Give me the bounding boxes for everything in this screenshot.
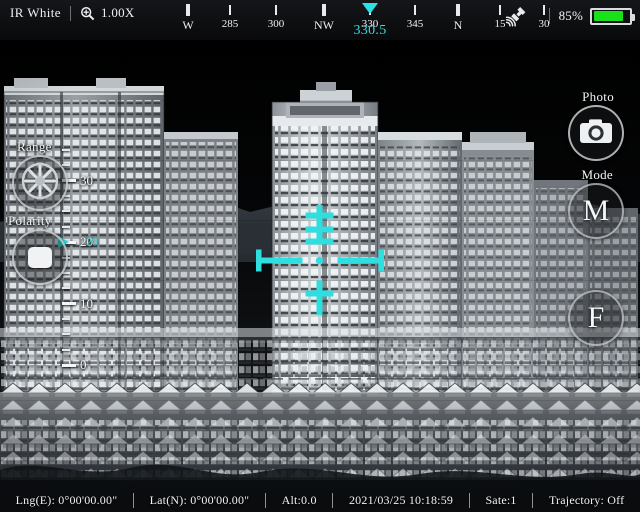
polarity-label: Polarity bbox=[8, 213, 52, 228]
longitude-readout: Lng(E): 0°00'00.00" bbox=[15, 492, 118, 507]
satellite-count-readout: Sate:1 bbox=[485, 492, 517, 507]
battery-percent-label: 85% bbox=[558, 8, 583, 23]
thermal-camera-viewfinder: IR White 1.00X W 285 300 NW 330 345 N 15 30 330.… bbox=[0, 0, 640, 512]
compass-tick bbox=[543, 5, 545, 15]
scale-minor-tick bbox=[62, 348, 70, 351]
scale-minor-tick bbox=[62, 287, 70, 290]
divider bbox=[548, 8, 550, 24]
compass-tick bbox=[229, 5, 231, 15]
scale-tick-label: 30 bbox=[80, 172, 93, 188]
compass-tick-label: 300 bbox=[267, 18, 285, 30]
divider bbox=[468, 492, 470, 508]
mode-button[interactable]: M bbox=[568, 183, 624, 239]
compass-ticks: W 285 300 NW 330 345 N 15 30 bbox=[178, 2, 550, 38]
divider bbox=[132, 492, 134, 508]
divider bbox=[332, 492, 334, 508]
heading-pointer-icon bbox=[362, 3, 378, 14]
compass-tick bbox=[414, 5, 416, 15]
scale-pointer-value: 20 bbox=[86, 234, 98, 249]
range-button[interactable] bbox=[12, 155, 68, 211]
camera-icon bbox=[579, 117, 613, 150]
compass-strip: W 285 300 NW 330 345 N 15 30 330.5 bbox=[178, 2, 550, 38]
compass-tick-label: 285 bbox=[221, 18, 239, 30]
wheel-icon bbox=[20, 161, 60, 206]
elevation-scale: 30 20 10 0 20 bbox=[58, 149, 108, 372]
divider bbox=[264, 492, 266, 508]
ir-palette-label[interactable]: IR White bbox=[10, 5, 61, 21]
crosshair-reticle bbox=[256, 205, 384, 315]
scale-minor-tick bbox=[62, 164, 70, 167]
compass-tick-label: NW bbox=[314, 18, 334, 32]
scale-minor-tick bbox=[62, 149, 70, 151]
divider bbox=[532, 492, 534, 508]
focus-button-letter: F bbox=[587, 301, 605, 334]
compass-tick-label: N bbox=[453, 18, 463, 32]
latitude-readout: Lat(N): 0°00'00.00" bbox=[149, 492, 250, 507]
compass-tick-label: W bbox=[182, 18, 194, 32]
battery-group: 85% bbox=[548, 6, 635, 26]
scale-minor-tick bbox=[62, 210, 70, 213]
battery-fill bbox=[593, 11, 624, 21]
altitude-readout: Alt:0.0 bbox=[281, 492, 317, 507]
scale-minor-tick bbox=[62, 317, 70, 320]
compass-tick bbox=[186, 4, 190, 16]
scale-tick-label: 10 bbox=[80, 295, 93, 311]
scale-major-tick bbox=[62, 302, 76, 306]
zoom-level-label[interactable]: 1.00X bbox=[101, 5, 135, 21]
scale-major-tick bbox=[62, 363, 76, 367]
bottom-status-bar: Lng(E): 0°00'00.00" Lat(N): 0°00'00.00" … bbox=[0, 488, 640, 512]
satellite-icon bbox=[505, 5, 531, 29]
compass-tick bbox=[322, 4, 326, 16]
scale-minor-tick bbox=[62, 333, 70, 336]
compass-tick-label: 15 bbox=[494, 18, 506, 30]
photo-capture-button[interactable] bbox=[568, 105, 624, 161]
scale-minor-tick bbox=[62, 225, 70, 228]
palette-zoom-group: IR White 1.00X bbox=[10, 2, 135, 24]
compass-tick-label: 345 bbox=[406, 18, 424, 30]
polarity-square-icon bbox=[28, 246, 52, 268]
compass-tick bbox=[275, 5, 277, 15]
polarity-button[interactable] bbox=[12, 229, 68, 285]
mode-button-letter: M bbox=[582, 194, 610, 227]
magnifier-icon[interactable] bbox=[80, 6, 95, 21]
scale-tick-label: 0 bbox=[80, 357, 87, 372]
range-label: Range bbox=[17, 139, 52, 154]
battery-icon bbox=[590, 7, 635, 25]
top-status-bar: IR White 1.00X W 285 300 NW 330 345 N 15 30 330.… bbox=[0, 0, 640, 40]
compass-tick bbox=[499, 5, 501, 15]
divider bbox=[69, 5, 71, 21]
photo-label: Photo bbox=[582, 89, 614, 104]
heading-value: 330.5 bbox=[353, 23, 387, 38]
focus-button[interactable]: F bbox=[568, 290, 624, 346]
trajectory-readout[interactable]: Trajectory: Off bbox=[549, 493, 624, 508]
mode-label: Mode bbox=[581, 167, 613, 182]
datetime-readout: 2021/03/25 10:18:59 bbox=[348, 492, 454, 507]
compass-tick bbox=[456, 4, 460, 16]
